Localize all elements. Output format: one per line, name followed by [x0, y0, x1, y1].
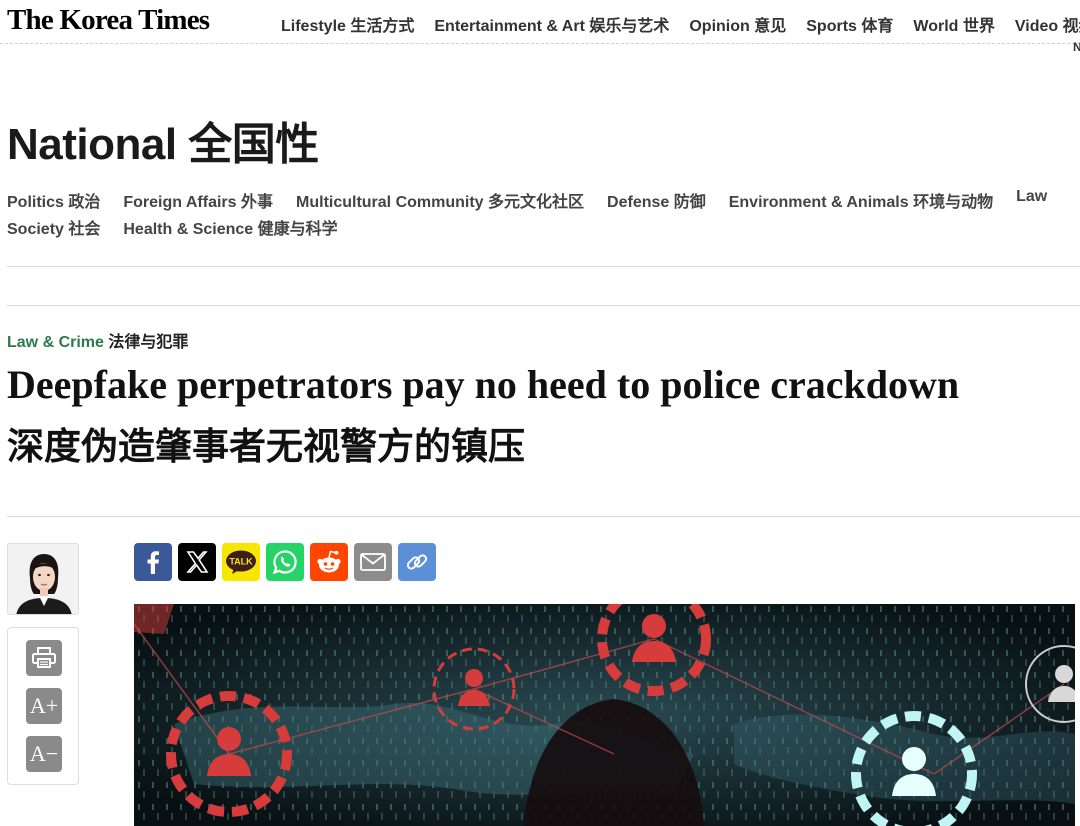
print-icon[interactable] [26, 640, 62, 676]
nav-sports[interactable]: Sports 体育 [806, 12, 893, 36]
article-headline: Deepfake perpetrators pay no heed to pol… [7, 362, 960, 407]
subnav-environment[interactable]: Environment & Animals 环境与动物 [729, 188, 993, 215]
divider [7, 266, 1080, 267]
subnav-row: Politics 政治 Foreign Affairs 外事 Multicult… [7, 188, 1080, 215]
nav-overflow-text[interactable]: N [1073, 40, 1080, 54]
nav-world[interactable]: World 世界 [913, 12, 994, 36]
section-subnav: Politics 政治 Foreign Affairs 外事 Multicult… [7, 188, 1080, 242]
font-size-decrease-button[interactable]: A− [26, 736, 62, 772]
deepfake-network-illustration [134, 604, 1075, 826]
link-icon[interactable] [398, 543, 436, 581]
subnav-politics[interactable]: Politics 政治 [7, 188, 100, 215]
nav-entertainment-art[interactable]: Entertainment & Art 娱乐与艺术 [434, 12, 669, 36]
divider [7, 305, 1080, 306]
subnav-society[interactable]: Society 社会 [7, 215, 100, 242]
font-size-increase-button[interactable]: A+ [26, 688, 62, 724]
nav-lifestyle[interactable]: Lifestyle 生活方式 [281, 12, 414, 36]
email-icon[interactable] [354, 543, 392, 581]
subnav-law[interactable]: Law [1016, 188, 1047, 215]
x-icon[interactable] [178, 543, 216, 581]
nav-opinion[interactable]: Opinion 意见 [689, 12, 786, 36]
site-logo[interactable]: The Korea Times [7, 4, 210, 37]
author-photo [8, 544, 78, 614]
top-navigation-bar: The Korea Times Lifestyle 生活方式 Entertain… [0, 0, 1080, 54]
author-avatar[interactable] [7, 543, 79, 615]
article-category[interactable]: Law & Crime 法律与犯罪 [7, 328, 188, 352]
category-label-en[interactable]: Law & Crime [7, 334, 104, 351]
subnav-health-science[interactable]: Health & Science 健康与科学 [123, 215, 337, 242]
subnav-defense[interactable]: Defense 防御 [607, 188, 706, 215]
top-nav-menu: Lifestyle 生活方式 Entertainment & Art 娱乐与艺术… [281, 12, 1080, 36]
reddit-icon[interactable] [310, 543, 348, 581]
category-label-zh: 法律与犯罪 [108, 334, 189, 351]
facebook-icon[interactable] [134, 543, 172, 581]
share-bar: TALK [134, 543, 436, 581]
kakao-talk-label: TALK [229, 557, 253, 567]
divider [7, 516, 1080, 517]
section-title: National 全国性 [7, 120, 319, 169]
subnav-foreign-affairs[interactable]: Foreign Affairs 外事 [123, 188, 273, 215]
article-headline-zh: 深度伪造肇事者无视警方的镇压 [7, 424, 525, 468]
article-tools-panel: A+ A− [7, 627, 79, 785]
whatsapp-icon[interactable] [266, 543, 304, 581]
subnav-multicultural[interactable]: Multicultural Community 多元文化社区 [296, 188, 584, 215]
subnav-row: Society 社会 Health & Science 健康与科学 [7, 215, 1080, 242]
nav-video[interactable]: Video 视频 [1015, 12, 1080, 36]
kakaotalk-icon[interactable]: TALK [222, 543, 260, 581]
article-hero-image[interactable] [134, 604, 1075, 826]
